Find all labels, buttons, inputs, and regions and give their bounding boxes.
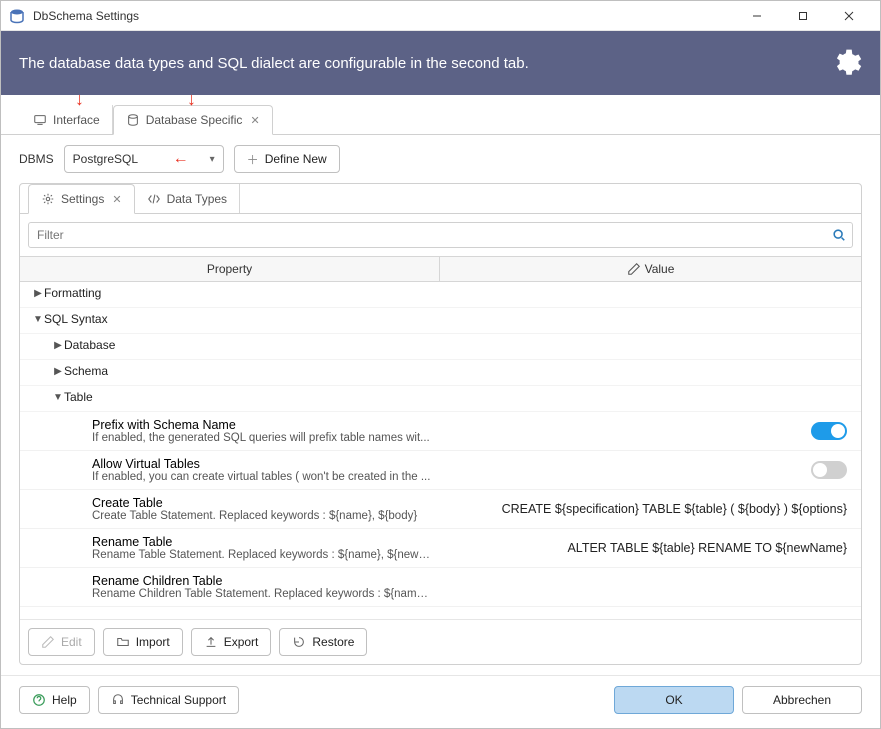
help-button[interactable]: Help: [19, 686, 90, 714]
app-icon: [9, 8, 25, 24]
filter-row: [28, 222, 853, 248]
folder-icon: [116, 635, 130, 649]
titlebar: DbSchema Settings: [1, 1, 880, 31]
toggle-switch[interactable]: [811, 422, 847, 440]
setting-desc: If enabled, the generated SQL queries wi…: [92, 432, 432, 444]
setting-prefix-schema[interactable]: Prefix with Schema Name If enabled, the …: [20, 412, 861, 451]
setting-desc: If enabled, you can create virtual table…: [92, 471, 432, 483]
panel-toolbar: Edit Import Export Restore: [20, 619, 861, 664]
pencil-icon: [41, 635, 55, 649]
export-button[interactable]: Export: [191, 628, 272, 656]
setting-title: Rename Children Table: [92, 574, 432, 588]
button-label: Define New: [265, 152, 327, 166]
setting-desc: Rename Children Table Statement. Replace…: [92, 588, 432, 600]
setting-rename-children-table[interactable]: Rename Children Table Rename Children Ta…: [20, 568, 861, 607]
banner-message: The database data types and SQL dialect …: [19, 55, 830, 72]
dbms-select[interactable]: PostgreSQL ← ▾: [64, 145, 224, 173]
restore-icon: [292, 635, 306, 649]
code-icon: [147, 192, 161, 206]
setting-desc: Rename Table Statement. Replaced keyword…: [92, 549, 432, 561]
setting-title: Prefix with Schema Name: [92, 418, 432, 432]
tree-node-formatting[interactable]: ▶Formatting: [20, 282, 105, 304]
close-button[interactable]: [826, 2, 872, 30]
tree-node-schema[interactable]: ▶Schema: [20, 360, 112, 382]
import-button[interactable]: Import: [103, 628, 183, 656]
tab-label: Data Types: [167, 192, 227, 206]
tab-interface[interactable]: Interface: [21, 105, 113, 134]
close-icon[interactable]: ✕: [250, 114, 259, 127]
dbms-row: DBMS PostgreSQL ← ▾ ＋ Define New: [19, 145, 862, 173]
tree-node-database[interactable]: ▶Database: [20, 334, 119, 356]
monitor-icon: [33, 113, 47, 127]
filter-input[interactable]: [35, 227, 832, 243]
setting-title: Rename Table: [92, 535, 432, 549]
minimize-button[interactable]: [734, 2, 780, 30]
settings-tree[interactable]: ▶Formatting ▼SQL Syntax ▶Database ▶Schem…: [20, 282, 861, 619]
dbms-selected: PostgreSQL: [73, 152, 138, 166]
setting-title: Allow Virtual Tables: [92, 457, 432, 471]
setting-value: ALTER TABLE ${table} RENAME TO ${newName…: [567, 541, 847, 555]
tree-node-sql-syntax[interactable]: ▼SQL Syntax: [20, 308, 112, 330]
cancel-button[interactable]: Abbrechen: [742, 686, 862, 714]
help-icon: [32, 693, 46, 707]
dbms-label: DBMS: [19, 152, 54, 166]
chevron-down-icon: ▾: [210, 154, 215, 165]
technical-support-button[interactable]: Technical Support: [98, 686, 239, 714]
toggle-switch[interactable]: [811, 461, 847, 479]
red-arrow-icon: ←: [173, 150, 189, 168]
tab-settings[interactable]: Settings ✕: [28, 184, 135, 214]
edit-button[interactable]: Edit: [28, 628, 95, 656]
dialog-footer: Help Technical Support OK Abbrechen: [1, 675, 880, 728]
setting-desc: Create Table Statement. Replaced keyword…: [92, 510, 432, 522]
header-value: Value: [440, 257, 861, 281]
restore-button[interactable]: Restore: [279, 628, 367, 656]
setting-title: Create Table: [92, 496, 432, 510]
header-property: Property: [20, 257, 440, 281]
export-icon: [204, 635, 218, 649]
settings-panel: Settings ✕ Data Types Property Value: [19, 183, 862, 665]
plus-icon: ＋: [247, 151, 259, 168]
setting-rename-table[interactable]: Rename Table Rename Table Statement. Rep…: [20, 529, 861, 568]
info-banner: The database data types and SQL dialect …: [1, 31, 880, 95]
red-arrow-icon: ↓: [187, 89, 196, 110]
search-icon[interactable]: [832, 228, 846, 242]
tab-data-types[interactable]: Data Types: [135, 184, 240, 213]
column-headers: Property Value: [20, 256, 861, 282]
define-new-button[interactable]: ＋ Define New: [234, 145, 340, 173]
pencil-icon: [627, 262, 641, 276]
tree-node-table[interactable]: ▼Table: [20, 386, 97, 408]
maximize-button[interactable]: [780, 2, 826, 30]
sub-tabs: Settings ✕ Data Types: [20, 184, 861, 214]
settings-window: DbSchema Settings The database data type…: [0, 0, 881, 729]
ok-button[interactable]: OK: [614, 686, 734, 714]
tab-label: Interface: [53, 113, 100, 127]
red-arrow-icon: ↓: [75, 89, 84, 110]
window-title: DbSchema Settings: [33, 9, 734, 23]
setting-value: CREATE ${specification} TABLE ${table} (…: [502, 502, 847, 516]
tab-label: Database Specific: [146, 113, 243, 127]
tab-label: Settings: [61, 192, 104, 206]
close-icon[interactable]: ✕: [112, 193, 121, 206]
setting-create-table[interactable]: Create Table Create Table Statement. Rep…: [20, 490, 861, 529]
gear-icon: [830, 47, 862, 79]
database-icon: [126, 113, 140, 127]
setting-allow-virtual[interactable]: Allow Virtual Tables If enabled, you can…: [20, 451, 861, 490]
top-tabs: Interface Database Specific ✕: [1, 105, 880, 135]
headset-icon: [111, 693, 125, 707]
gear-icon: [41, 192, 55, 206]
